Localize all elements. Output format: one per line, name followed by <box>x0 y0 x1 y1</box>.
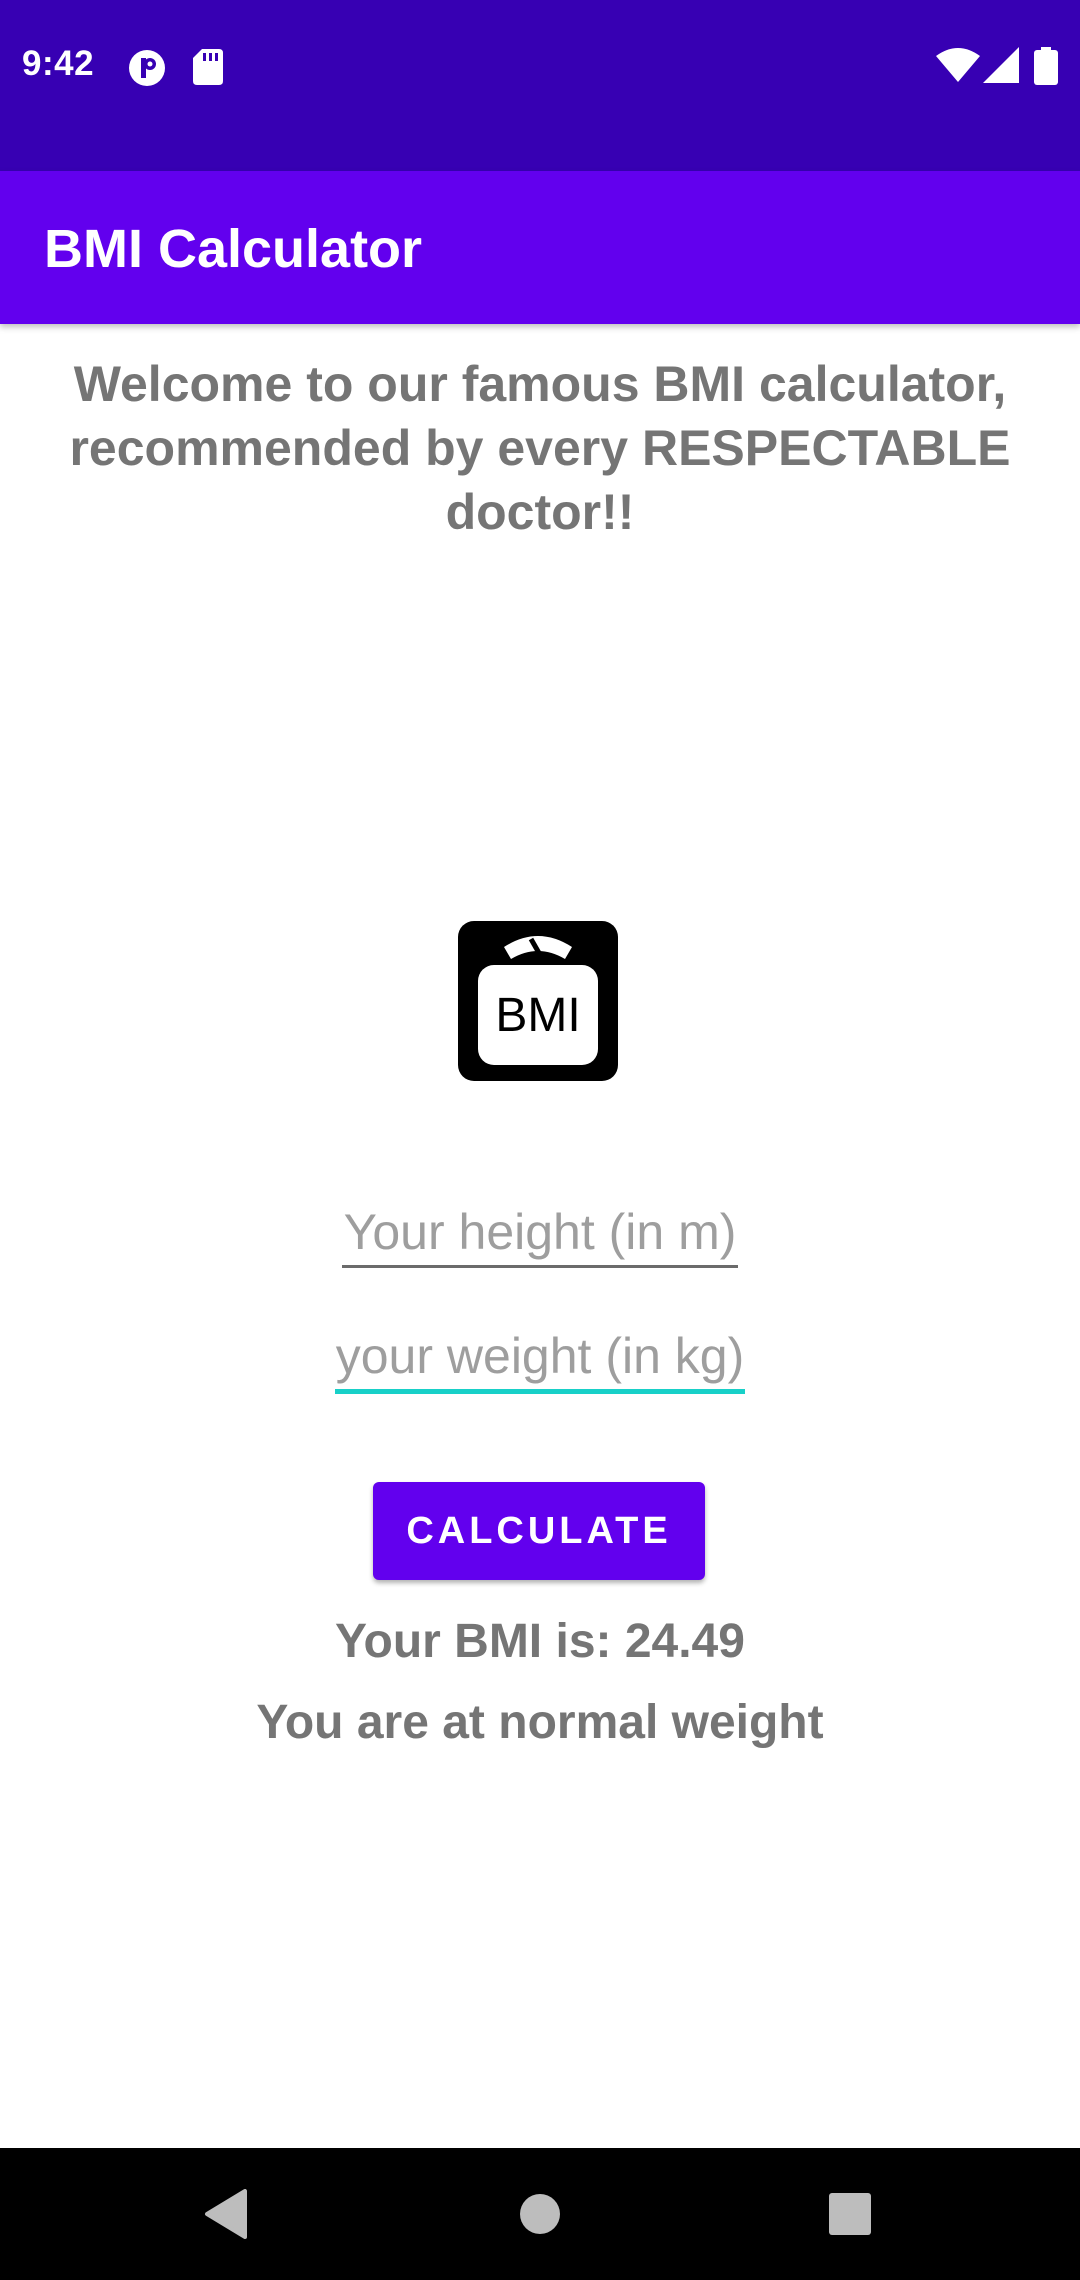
status-time: 9:42 <box>22 44 95 83</box>
notification-p-icon <box>128 49 166 92</box>
calculate-button[interactable]: CALCULATE <box>373 1482 705 1580</box>
bmi-category: You are at normal weight <box>256 1696 824 1749</box>
bmi-logo-text: BMI <box>495 989 580 1042</box>
height-input[interactable] <box>342 1198 738 1268</box>
back-icon[interactable] <box>186 2178 266 2250</box>
bmi-scale-icon: BMI <box>458 921 618 1081</box>
bmi-result: Your BMI is: 24.49 <box>335 1615 745 1668</box>
weight-input[interactable] <box>335 1322 745 1394</box>
wifi-icon <box>936 47 980 88</box>
sd-card-icon <box>193 49 223 90</box>
status-bar: 9:42 <box>0 0 1080 171</box>
recents-icon[interactable] <box>810 2178 890 2250</box>
app-bar: BMI Calculator <box>0 171 1080 324</box>
welcome-text: Welcome to our famous BMI calculator, re… <box>69 356 1011 540</box>
battery-icon <box>1034 47 1058 90</box>
app-title: BMI Calculator <box>44 219 423 279</box>
signal-icon <box>983 47 1019 88</box>
home-icon[interactable] <box>500 2178 580 2250</box>
navigation-bar <box>0 2148 1080 2280</box>
